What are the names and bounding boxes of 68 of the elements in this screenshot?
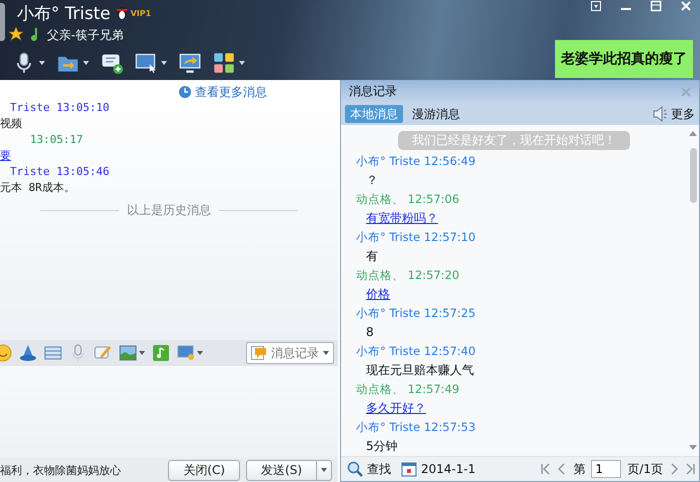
msg-header: Triste 13:05:46 — [10, 165, 110, 178]
image-icon[interactable] — [119, 344, 137, 362]
send-options-button[interactable] — [317, 460, 332, 480]
caret-icon — [323, 351, 329, 355]
message-link[interactable]: 要 — [0, 149, 11, 162]
chat-add-icon[interactable] — [101, 52, 123, 74]
clock-icon — [179, 86, 191, 98]
scroll-up-icon[interactable] — [689, 131, 697, 136]
msg-header: 小布° Triste 12:57:25 — [356, 306, 476, 320]
scroll-down-icon[interactable] — [689, 445, 697, 450]
tab[interactable]: 漫游消息 — [407, 105, 465, 123]
scrollbar-thumb[interactable] — [690, 148, 696, 203]
menu-icon[interactable] — [590, 0, 602, 12]
music-note-icon[interactable] — [152, 344, 170, 362]
vip-label: VIP1 — [130, 8, 152, 18]
first-page-icon[interactable] — [541, 463, 552, 475]
view-more-link[interactable]: 查看更多消息 — [179, 84, 267, 100]
app-grid-icon[interactable] — [213, 52, 235, 74]
ticker-text[interactable]: 福利，衣物除菌妈妈放心 — [0, 462, 162, 478]
message-text: ？ — [366, 173, 378, 187]
msg-header: 小布° Triste 12:57:10 — [356, 230, 476, 244]
msg-header: 13:05:17 — [30, 133, 83, 146]
message-history-button[interactable]: 消息记录 — [246, 342, 334, 364]
history-divider-text: 以上是历史消息 — [127, 202, 211, 218]
caret-icon — [321, 468, 327, 472]
maximize-icon[interactable] — [650, 0, 662, 12]
page-count-label: 页/1页 — [627, 460, 663, 478]
wizard-hat-icon[interactable] — [19, 344, 37, 362]
message-text: 5分钟 — [366, 439, 398, 453]
last-page-icon[interactable] — [685, 463, 695, 475]
msg-header: 小布° Triste 12:57:40 — [356, 344, 476, 358]
panel-title: 消息记录 — [349, 83, 397, 100]
chat-bubble-icon — [251, 346, 267, 360]
contact-name: 小布° Triste — [17, 2, 110, 24]
msg-header: 动点格、 12:57:20 — [356, 268, 460, 282]
monitor-icon[interactable] — [135, 52, 157, 74]
film-icon[interactable] — [44, 344, 62, 362]
message-link[interactable]: 多久开好？ — [366, 401, 426, 415]
msg-header: Triste 13:05:10 — [10, 101, 110, 114]
next-page-icon[interactable] — [669, 463, 679, 475]
message-text: 8 — [366, 325, 374, 339]
message-input-field[interactable] — [0, 366, 338, 458]
search-icon — [347, 461, 363, 477]
signature-text: 父亲-筷子兄弟 — [47, 26, 124, 44]
page-number-field[interactable]: 1 — [591, 460, 622, 478]
message-text: 现在元旦赔本赚人气 — [366, 363, 474, 377]
ad-banner[interactable]: 老婆学此招真的瘦了 — [555, 40, 693, 78]
monitor-arrow-icon[interactable] — [179, 52, 201, 74]
message-link[interactable]: 价格 — [366, 287, 390, 301]
message-text: 有 — [366, 249, 378, 263]
msg-header: 小布° Triste 12:56:49 — [356, 154, 476, 168]
message-text: 元本 8R成本。 — [0, 181, 75, 194]
page-label: 第 — [573, 460, 586, 478]
msg-header: 动点格、 12:57:49 — [356, 382, 460, 396]
msg-header: 小布° Triste 12:57:53 — [356, 420, 476, 434]
search-button[interactable]: 查找 — [347, 460, 395, 478]
previous-page-icon[interactable] — [557, 463, 568, 475]
penguin-icon — [116, 4, 128, 22]
message-text: 视频 — [0, 117, 22, 130]
send-button[interactable]: 发送(S) — [246, 460, 317, 480]
calendar-icon — [401, 461, 417, 477]
msg-header: 动点格、 12:57:06 — [356, 192, 460, 206]
date-button[interactable]: 2014-1-1 — [401, 461, 480, 477]
star-icon[interactable] — [9, 26, 23, 44]
more-button[interactable]: 更多 — [652, 106, 695, 122]
speaker-icon — [652, 106, 668, 122]
close-button[interactable]: 关闭(C) — [168, 460, 240, 480]
message-link[interactable]: 有宽带粉吗？ — [366, 211, 438, 225]
